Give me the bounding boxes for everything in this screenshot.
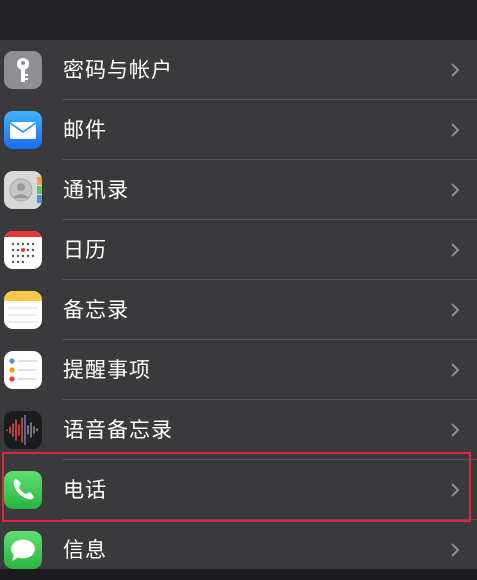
settings-item-label: 邮件 [63, 118, 107, 142]
calendar-icon [4, 231, 42, 269]
mail-icon [4, 111, 42, 149]
settings-item-label: 语音备忘录 [63, 418, 173, 442]
reminders-icon [4, 351, 42, 389]
settings-item-phone[interactable]: 电话 [0, 460, 477, 520]
settings-item-mail[interactable]: 邮件 [0, 100, 477, 160]
settings-item-label: 密码与帐户 [63, 58, 173, 82]
chevron-right-icon [451, 123, 460, 137]
chevron-right-icon [451, 183, 460, 197]
settings-item-passwords-accounts[interactable]: 密码与帐户 [0, 40, 477, 100]
settings-item-label: 电话 [63, 478, 107, 502]
voice-memos-icon [4, 411, 42, 449]
chevron-right-icon [451, 363, 460, 377]
settings-item-voice-memos[interactable]: 语音备忘录 [0, 400, 477, 460]
chevron-right-icon [451, 543, 460, 557]
chevron-right-icon [451, 243, 460, 257]
settings-item-label: 备忘录 [63, 298, 129, 322]
settings-item-contacts[interactable]: 通讯录 [0, 160, 477, 220]
key-icon [4, 51, 42, 89]
settings-list: 密码与帐户 邮件 通讯录 日历 备忘录 提醒事项 语音备忘录 电话 信息 [0, 40, 477, 569]
settings-item-reminders[interactable]: 提醒事项 [0, 340, 477, 400]
chevron-right-icon [451, 303, 460, 317]
notes-icon [4, 291, 42, 329]
settings-item-label: 通讯录 [63, 178, 129, 202]
top-bar [0, 0, 477, 40]
settings-item-messages[interactable]: 信息 [0, 520, 477, 580]
chevron-right-icon [451, 63, 460, 77]
settings-item-label: 信息 [63, 538, 107, 562]
chevron-right-icon [451, 423, 460, 437]
phone-icon [4, 471, 42, 509]
settings-item-notes[interactable]: 备忘录 [0, 280, 477, 340]
settings-item-calendar[interactable]: 日历 [0, 220, 477, 280]
settings-item-label: 日历 [63, 238, 107, 262]
settings-item-label: 提醒事项 [63, 358, 151, 382]
messages-icon [4, 531, 42, 569]
contacts-icon [4, 171, 42, 209]
chevron-right-icon [451, 483, 460, 497]
